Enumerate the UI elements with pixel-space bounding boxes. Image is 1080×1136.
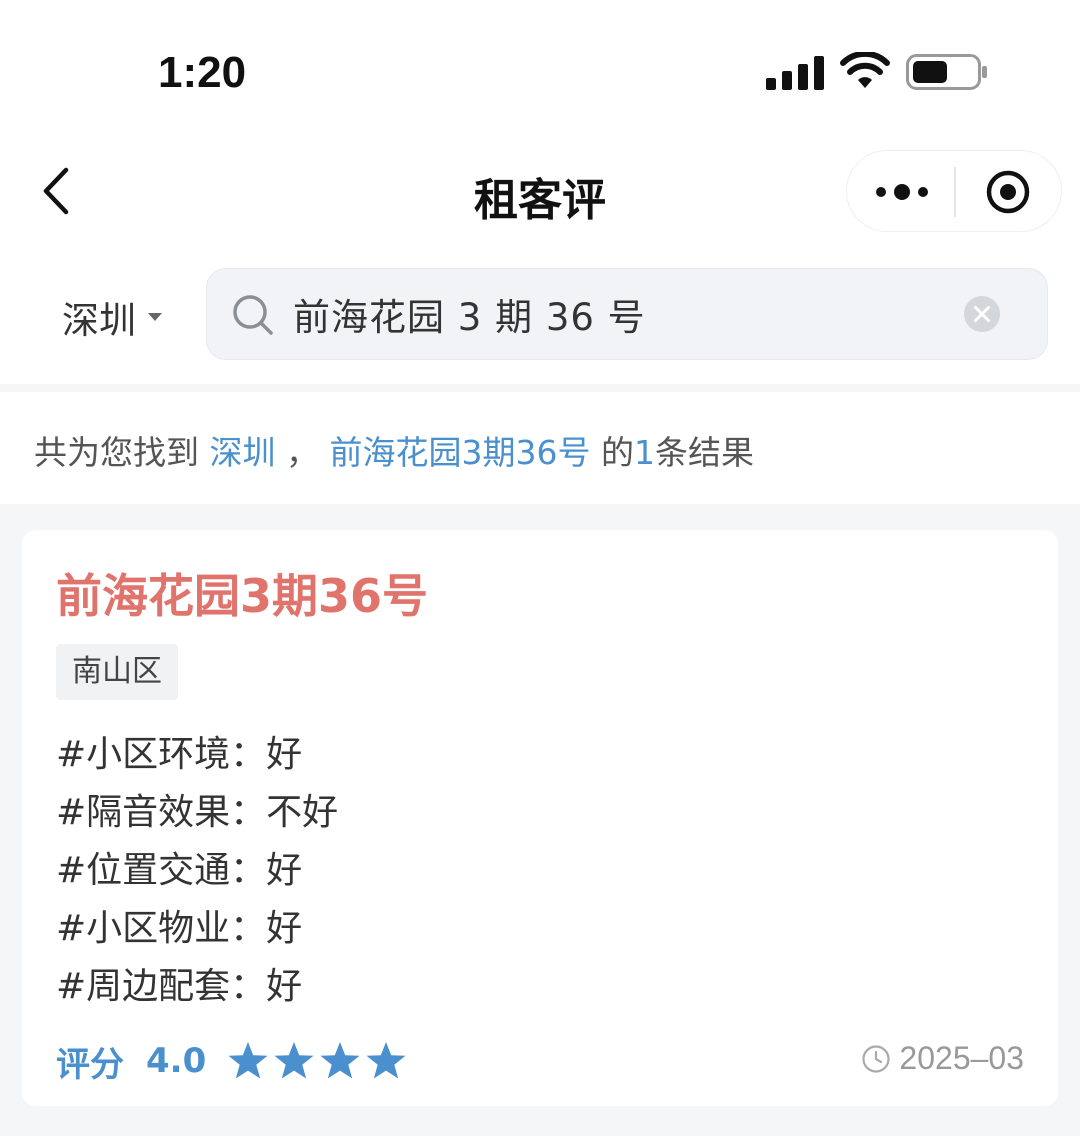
- review-tag: #小区环境：好: [56, 734, 303, 775]
- city-selector[interactable]: 深圳: [62, 290, 162, 344]
- result-card[interactable]: 前海花园3期36号 南山区 #小区环境：好 #隔音效果：不好 #位置交通：好 #…: [22, 530, 1058, 1106]
- search-box[interactable]: [206, 268, 1048, 360]
- review-date: 2025–03: [899, 1040, 1024, 1076]
- result-summary: 共为您找到 深圳 ， 前海花园3期36号 的1条结果: [0, 392, 1080, 504]
- summary-count: 1: [634, 433, 655, 472]
- clock-icon: [862, 1044, 891, 1073]
- star-icon: [366, 1042, 406, 1079]
- summary-text: 共为您找到 深圳 ， 前海花园3期36号 的1条结果: [34, 426, 754, 474]
- review-tag: #小区物业：好: [56, 908, 303, 949]
- search-input[interactable]: [293, 283, 953, 345]
- review-tag: #隔音效果：不好: [56, 792, 339, 833]
- summary-keyword: 前海花园3期36号: [329, 433, 591, 472]
- clear-icon[interactable]: [963, 295, 1001, 333]
- search-icon: [233, 295, 273, 335]
- date-row: 2025–03: [861, 1040, 1024, 1077]
- city-label: 深圳: [62, 299, 136, 342]
- review-tag: #周边配套：好: [56, 966, 303, 1007]
- summary-city: 深圳: [209, 433, 276, 472]
- summary-prefix: 共为您找到: [34, 433, 199, 472]
- score-row: 评分 4.0: [56, 1036, 410, 1086]
- summary-suffix: 条结果: [655, 433, 754, 472]
- score-value: 4.0: [146, 1041, 207, 1081]
- nav-bar: 租客评: [0, 140, 1080, 250]
- district-tag: 南山区: [56, 644, 178, 700]
- mini-program-capsule: [846, 150, 1062, 232]
- score-label: 评分: [56, 1044, 124, 1085]
- result-title[interactable]: 前海花园3期36号: [56, 560, 428, 626]
- close-miniprogram-icon[interactable]: [985, 169, 1031, 215]
- review-tags: #小区环境：好 #隔音效果：不好 #位置交通：好 #小区物业：好 #周边配套：好: [56, 726, 338, 1016]
- review-tag: #位置交通：好: [56, 850, 303, 891]
- battery-icon: [906, 54, 987, 90]
- summary-separator: ，: [286, 433, 319, 472]
- summary-mid: 的: [601, 433, 634, 472]
- search-row: 深圳: [0, 250, 1080, 384]
- star-icon: [228, 1042, 268, 1079]
- caret-down-icon: [148, 313, 162, 321]
- status-time: 1:20: [158, 48, 247, 97]
- star-icon: [274, 1042, 314, 1079]
- rating-stars: [226, 1039, 410, 1083]
- wifi-icon: [840, 52, 890, 88]
- status-bar: 1:20: [0, 0, 1080, 140]
- star-icon: [320, 1042, 360, 1079]
- capsule-divider: [954, 167, 956, 217]
- more-icon[interactable]: [875, 177, 929, 207]
- signal-icon: [766, 56, 824, 90]
